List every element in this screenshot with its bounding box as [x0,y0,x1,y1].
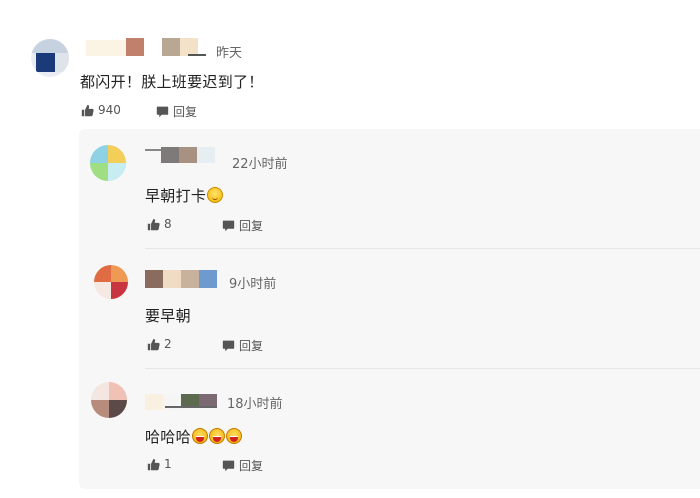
grinning-face-emoji-icon [207,187,224,203]
divider [145,248,700,249]
timestamp: 9小时前 [229,277,277,292]
comment-bubble-icon [222,220,235,232]
avatar[interactable] [31,39,69,77]
avatar[interactable] [90,145,126,181]
timestamp: 昨天 [216,46,243,61]
thumbs-up-icon [147,218,160,230]
reply-button[interactable]: 回复 [222,217,263,234]
laughing-face-emoji-icon [208,428,225,444]
like-count: 940 [98,103,121,117]
reply-label: 回复 [239,459,264,473]
username[interactable] [145,146,225,164]
like-button[interactable]: 940 [81,103,121,117]
laughing-face-emoji-icon [225,428,242,444]
username[interactable] [145,270,217,288]
reply-label: 回复 [173,105,198,119]
comment-text: 早朝打卡 [145,185,224,206]
comment-bubble-icon [156,106,169,118]
like-button[interactable]: 2 [147,337,172,351]
thumbs-up-icon [147,338,160,350]
divider [145,368,700,369]
like-button[interactable]: 8 [147,217,172,231]
reply-button[interactable]: 回复 [156,103,197,120]
timestamp: 18小时前 [227,397,283,412]
comment-text: 都闪开！朕上班要迟到了！ [80,73,264,91]
comment-text: 要早朝 [145,307,191,325]
comment-bubble-icon [222,340,235,352]
like-button[interactable]: 1 [147,457,172,471]
avatar[interactable] [94,265,128,299]
thumbs-up-icon [147,458,160,470]
avatar[interactable] [91,382,127,418]
like-count: 8 [164,217,172,231]
reply-button[interactable]: 回复 [222,457,263,474]
timestamp: 22小时前 [232,157,288,172]
like-count: 2 [164,337,172,351]
thumbs-up-icon [81,104,94,116]
username[interactable] [80,36,210,58]
comment-bubble-icon [222,460,235,472]
comment-text-body: 哈哈哈 [145,428,191,446]
laughing-face-emoji-icon [191,428,208,444]
like-count: 1 [164,457,172,471]
reply-label: 回复 [239,339,264,353]
username[interactable] [145,392,217,410]
reply-button[interactable]: 回复 [222,337,263,354]
comment-text: 哈哈哈 [145,426,242,447]
comment-text-body: 早朝打卡 [145,187,207,205]
reply-label: 回复 [239,219,264,233]
